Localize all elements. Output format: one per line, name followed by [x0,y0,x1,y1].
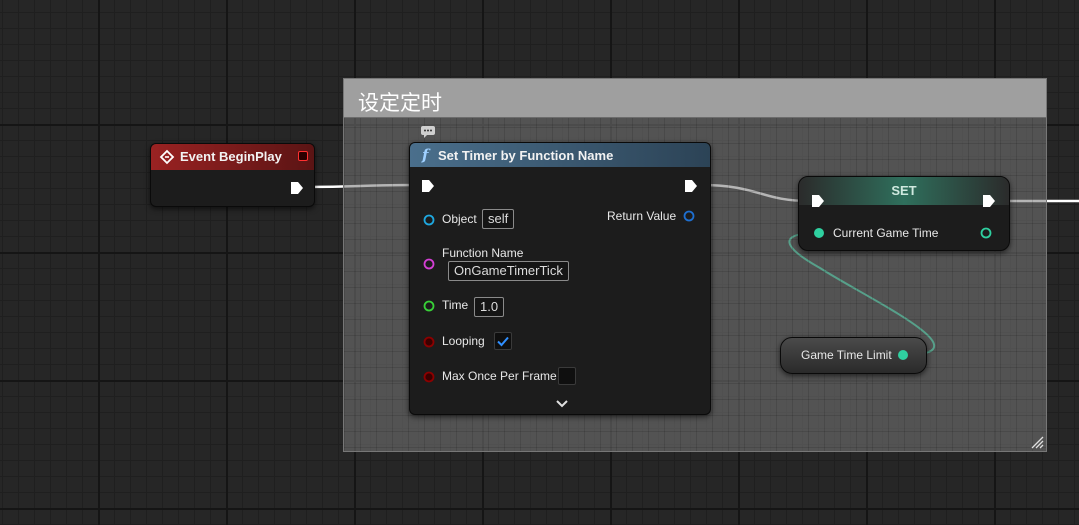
resize-grip-icon[interactable] [1030,435,1044,449]
event-node-title: Event BeginPlay [180,149,282,164]
return-value-label: Return Value [607,209,677,223]
chevron-down-icon[interactable] [555,399,569,409]
var-out-pin-icon[interactable] [897,349,909,361]
set-variable-node[interactable]: SET Current Game Time [798,176,1010,251]
name-pin-icon[interactable] [423,258,435,270]
game-time-limit-getter-node[interactable]: Game Time Limit [780,337,927,374]
function-icon: f [422,146,429,164]
checkmark-icon [497,336,509,347]
looping-checkbox[interactable] [494,332,512,350]
set-timer-header[interactable]: f Set Timer by Function Name [410,143,710,167]
delegate-pin-icon[interactable] [298,151,308,161]
set-node-title: SET [891,183,917,198]
event-node-header[interactable]: Event BeginPlay [151,144,314,170]
comment-title: 设定定时 [358,91,442,115]
object-label: Object [442,212,477,226]
max-once-per-frame-label: Max Once Per Frame [442,369,557,383]
time-label: Time [442,298,469,312]
var-in-pin-icon[interactable] [813,227,825,239]
function-name-label: Function Name [442,246,524,260]
set-timer-title: Set Timer by Function Name [438,148,614,163]
exec-out-pin-icon[interactable] [290,181,304,195]
game-time-limit-label: Game Time Limit [801,348,892,362]
set-node-header[interactable]: SET [799,177,1009,205]
set-timer-node[interactable]: f Set Timer by Function Name Object self… [409,142,711,415]
bool-pin-icon[interactable] [423,336,435,348]
comment-header[interactable]: 设定定时 [344,79,1046,118]
event-diamond-icon [159,149,175,165]
looping-label: Looping [442,334,485,348]
comment-bubble-icon[interactable] [420,125,436,139]
var-out-pin-icon[interactable] [980,227,992,239]
exec-in-pin-icon[interactable] [421,179,435,193]
return-value-pin-icon[interactable] [683,210,695,222]
bool-pin-icon[interactable] [423,371,435,383]
time-value-field[interactable]: 1.0 [474,297,505,317]
exec-out-pin-icon[interactable] [982,194,996,208]
object-pin-icon[interactable] [423,214,435,226]
current-game-time-label: Current Game Time [833,226,939,240]
float-pin-icon[interactable] [423,300,435,312]
exec-in-pin-icon[interactable] [811,194,825,208]
event-beginplay-node[interactable]: Event BeginPlay [150,143,315,207]
object-value-field[interactable]: self [482,209,515,229]
function-name-field[interactable]: OnGameTimerTick [448,261,569,281]
exec-out-pin-icon[interactable] [684,179,698,193]
max-once-per-frame-checkbox[interactable] [558,367,576,385]
